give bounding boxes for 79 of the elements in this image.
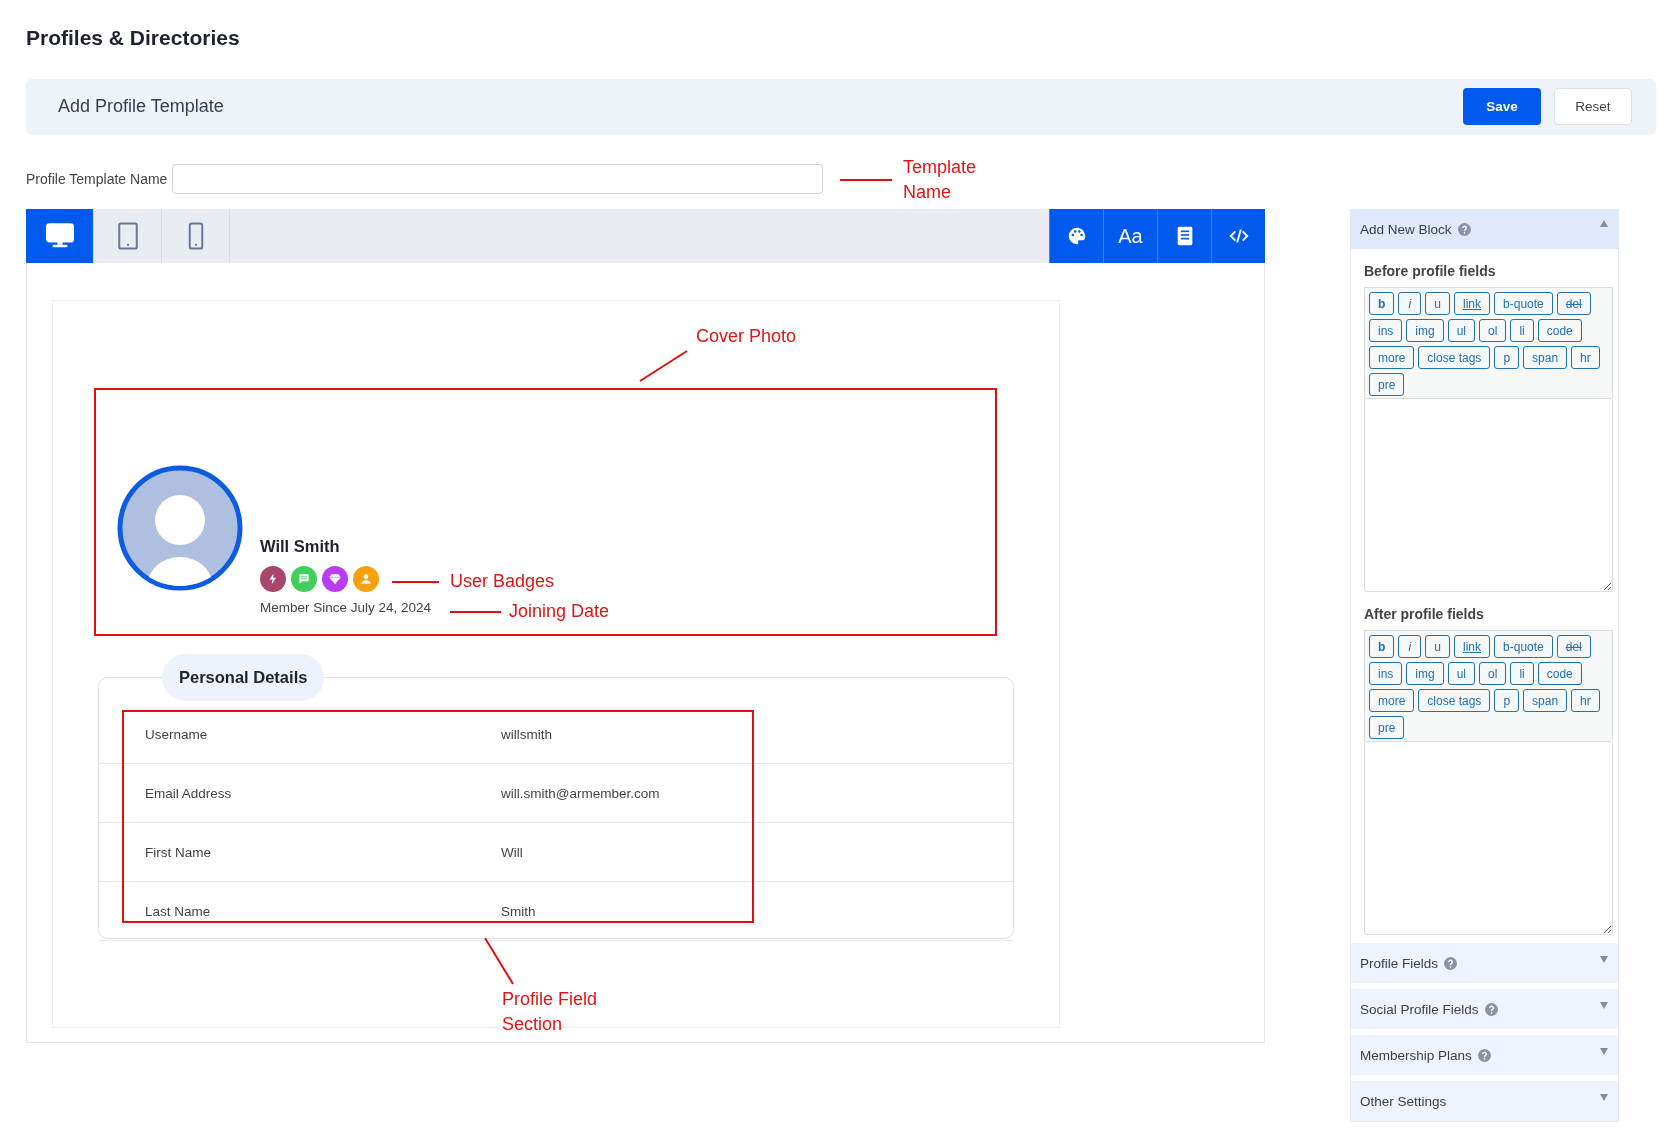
tag-button[interactable]: img: [1406, 662, 1444, 685]
tag-button[interactable]: li: [1510, 319, 1534, 342]
tag-button[interactable]: link: [1454, 635, 1491, 658]
tag-button[interactable]: u: [1425, 292, 1451, 315]
toolbar-button[interactable]: [1211, 209, 1265, 263]
annotation-label: Joining Date: [509, 601, 610, 622]
section-title: Profile Fields: [1360, 955, 1439, 971]
field-value: will.smith@armember.com: [501, 785, 660, 801]
field-label: Email Address: [145, 785, 233, 801]
header-title: Add Profile Template: [58, 96, 224, 117]
tag-button[interactable]: img: [1406, 319, 1444, 342]
tag-button[interactable]: close tags: [1418, 346, 1491, 369]
accordion-header[interactable]: Other Settings: [1351, 1081, 1618, 1121]
annotation-label: Profile Field Section: [502, 988, 599, 1036]
accordion-header[interactable]: Add New Block: [1351, 209, 1618, 249]
device-tab[interactable]: [26, 209, 94, 263]
tag-button[interactable]: p: [1494, 346, 1520, 369]
section-title: Social Profile Fields: [1360, 1001, 1479, 1017]
field-label: Profile Template Name: [26, 171, 168, 187]
editor-title: After profile fields: [1364, 606, 1485, 622]
tag-button[interactable]: ins: [1369, 662, 1403, 685]
save-button[interactable]: Save: [1463, 88, 1541, 125]
annotation-label: Cover Photo: [696, 326, 797, 347]
tag-button[interactable]: link: [1454, 292, 1491, 315]
accordion-header[interactable]: Profile Fields: [1351, 943, 1618, 983]
editor-title: Before profile fields: [1364, 263, 1497, 279]
tag-button[interactable]: ul: [1447, 319, 1476, 342]
leader-line: [392, 580, 439, 583]
leader-line: [639, 350, 688, 382]
field-value: willsmith: [501, 726, 552, 742]
tag-button[interactable]: i: [1398, 635, 1422, 658]
annotation-label: Template Name: [903, 156, 978, 204]
field-label: First Name: [145, 844, 212, 860]
reset-button[interactable]: Reset: [1554, 88, 1632, 125]
tag-button[interactable]: close tags: [1418, 689, 1491, 712]
section-title: Membership Plans: [1360, 1047, 1472, 1063]
tag-button[interactable]: ol: [1479, 319, 1507, 342]
tag-button[interactable]: del: [1556, 635, 1591, 658]
tag-button[interactable]: u: [1425, 635, 1451, 658]
tag-button[interactable]: more: [1369, 346, 1415, 369]
member-since: Member Since July 24, 2024: [260, 600, 432, 615]
tag-button[interactable]: b-quote: [1494, 635, 1553, 658]
field-value: Will: [501, 844, 523, 860]
tag-button[interactable]: del: [1556, 292, 1591, 315]
section-title: Add New Block: [1360, 221, 1452, 237]
tag-button[interactable]: hr: [1571, 689, 1600, 712]
tag-button[interactable]: b: [1369, 635, 1395, 658]
tag-button[interactable]: pre: [1369, 716, 1405, 739]
user-name: Will Smith: [260, 537, 341, 556]
tag-button[interactable]: ol: [1479, 662, 1507, 685]
toolbar-button[interactable]: Aa: [1103, 209, 1157, 263]
tag-button[interactable]: span: [1523, 689, 1568, 712]
page-title: Profiles & Directories: [26, 25, 241, 51]
tag-button[interactable]: p: [1494, 689, 1520, 712]
accordion-header[interactable]: Membership Plans: [1351, 1035, 1618, 1075]
tag-button[interactable]: b: [1369, 292, 1395, 315]
tag-button[interactable]: hr: [1571, 346, 1600, 369]
leader-line: [840, 179, 892, 181]
tag-button[interactable]: ins: [1369, 319, 1403, 342]
accordion-header[interactable]: Social Profile Fields: [1351, 989, 1618, 1029]
leader-line: [484, 937, 514, 985]
tag-button[interactable]: i: [1398, 292, 1422, 315]
field-label: Last Name: [145, 903, 212, 919]
tag-button[interactable]: li: [1510, 662, 1534, 685]
tag-button[interactable]: ul: [1447, 662, 1476, 685]
input-field[interactable]: [172, 164, 824, 194]
section-title: Other Settings: [1360, 1093, 1447, 1109]
toolbar-button[interactable]: [1049, 209, 1103, 263]
tag-button[interactable]: code: [1537, 662, 1582, 685]
field-value: Smith: [501, 903, 536, 919]
annotation-label: User Badges: [450, 571, 555, 592]
tag-button[interactable]: pre: [1369, 373, 1405, 396]
tag-button[interactable]: more: [1369, 689, 1415, 712]
leader-line: [450, 610, 501, 613]
tag-button[interactable]: code: [1537, 319, 1582, 342]
field-label: Username: [145, 726, 209, 742]
tag-button[interactable]: b-quote: [1494, 292, 1553, 315]
tag-button[interactable]: span: [1523, 346, 1568, 369]
toolbar-button[interactable]: [1157, 209, 1211, 263]
